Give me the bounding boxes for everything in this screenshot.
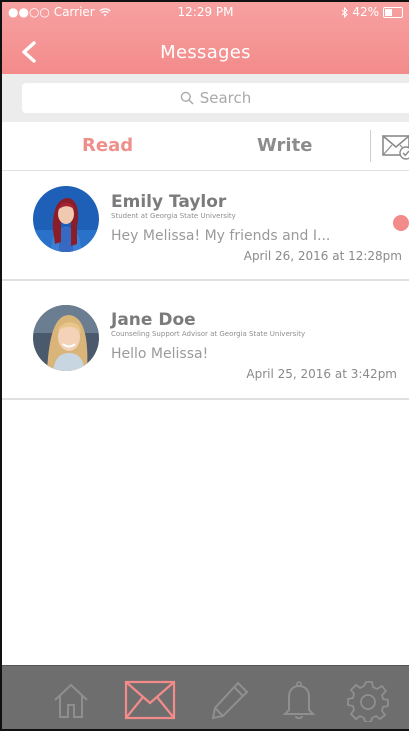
pencil-icon bbox=[211, 681, 249, 720]
battery-percent: 42% bbox=[352, 5, 379, 19]
compose-button[interactable] bbox=[381, 134, 409, 160]
message-row-jane[interactable]: Jane Doe Counseling Support Advisor at G… bbox=[2, 281, 409, 400]
phone-frame: ●●○○ Carrier 12:29 PM 42% Messages Searc… bbox=[0, 0, 409, 731]
sender-name: Jane Doe bbox=[111, 310, 196, 330]
search-placeholder: Search bbox=[199, 89, 252, 107]
bell-icon bbox=[282, 681, 316, 720]
tab-compose[interactable] bbox=[208, 678, 252, 722]
status-right: 42% bbox=[341, 5, 403, 19]
sender-subtitle: Counseling Support Advisor at Georgia St… bbox=[111, 330, 306, 338]
tab-divider bbox=[370, 130, 371, 162]
search-icon bbox=[180, 91, 194, 105]
avatar-photo bbox=[33, 186, 99, 252]
battery-icon bbox=[383, 6, 403, 18]
message-date: April 26, 2016 at 12:28pm bbox=[243, 249, 402, 263]
tab-write[interactable]: Write bbox=[257, 135, 312, 156]
message-row-emily[interactable]: Emily Taylor Student at Georgia State Un… bbox=[2, 170, 409, 281]
bottom-tab-bar bbox=[2, 665, 409, 729]
tab-messages[interactable] bbox=[124, 678, 176, 722]
nav-header: ●●○○ Carrier 12:29 PM 42% Messages bbox=[2, 2, 409, 74]
search-bar: Search bbox=[2, 74, 409, 122]
sender-subtitle: Student at Georgia State University bbox=[111, 212, 236, 220]
tab-settings[interactable] bbox=[347, 678, 391, 723]
home-icon bbox=[54, 683, 88, 718]
unread-indicator bbox=[393, 215, 409, 231]
status-bar: ●●○○ Carrier 12:29 PM 42% bbox=[2, 2, 409, 22]
search-input[interactable]: Search bbox=[22, 83, 409, 113]
bluetooth-icon bbox=[341, 6, 349, 18]
mail-icon bbox=[124, 680, 176, 720]
tab-notifications[interactable] bbox=[277, 678, 321, 722]
message-tabs: Read Write bbox=[2, 122, 409, 171]
message-preview: Hello Melissa! bbox=[111, 346, 209, 362]
avatar bbox=[33, 305, 99, 371]
page-title: Messages bbox=[160, 42, 251, 63]
gear-icon bbox=[347, 681, 389, 723]
tab-home[interactable] bbox=[49, 678, 93, 722]
sender-name: Emily Taylor bbox=[111, 192, 227, 212]
avatar bbox=[33, 186, 99, 252]
message-list: Emily Taylor Student at Georgia State Un… bbox=[2, 170, 409, 400]
tab-read[interactable]: Read bbox=[82, 135, 133, 156]
message-preview: Hey Melissa! My friends and I... bbox=[111, 228, 331, 244]
mail-check-icon bbox=[382, 135, 409, 160]
avatar-photo bbox=[33, 305, 99, 371]
message-date: April 25, 2016 at 3:42pm bbox=[246, 367, 397, 381]
